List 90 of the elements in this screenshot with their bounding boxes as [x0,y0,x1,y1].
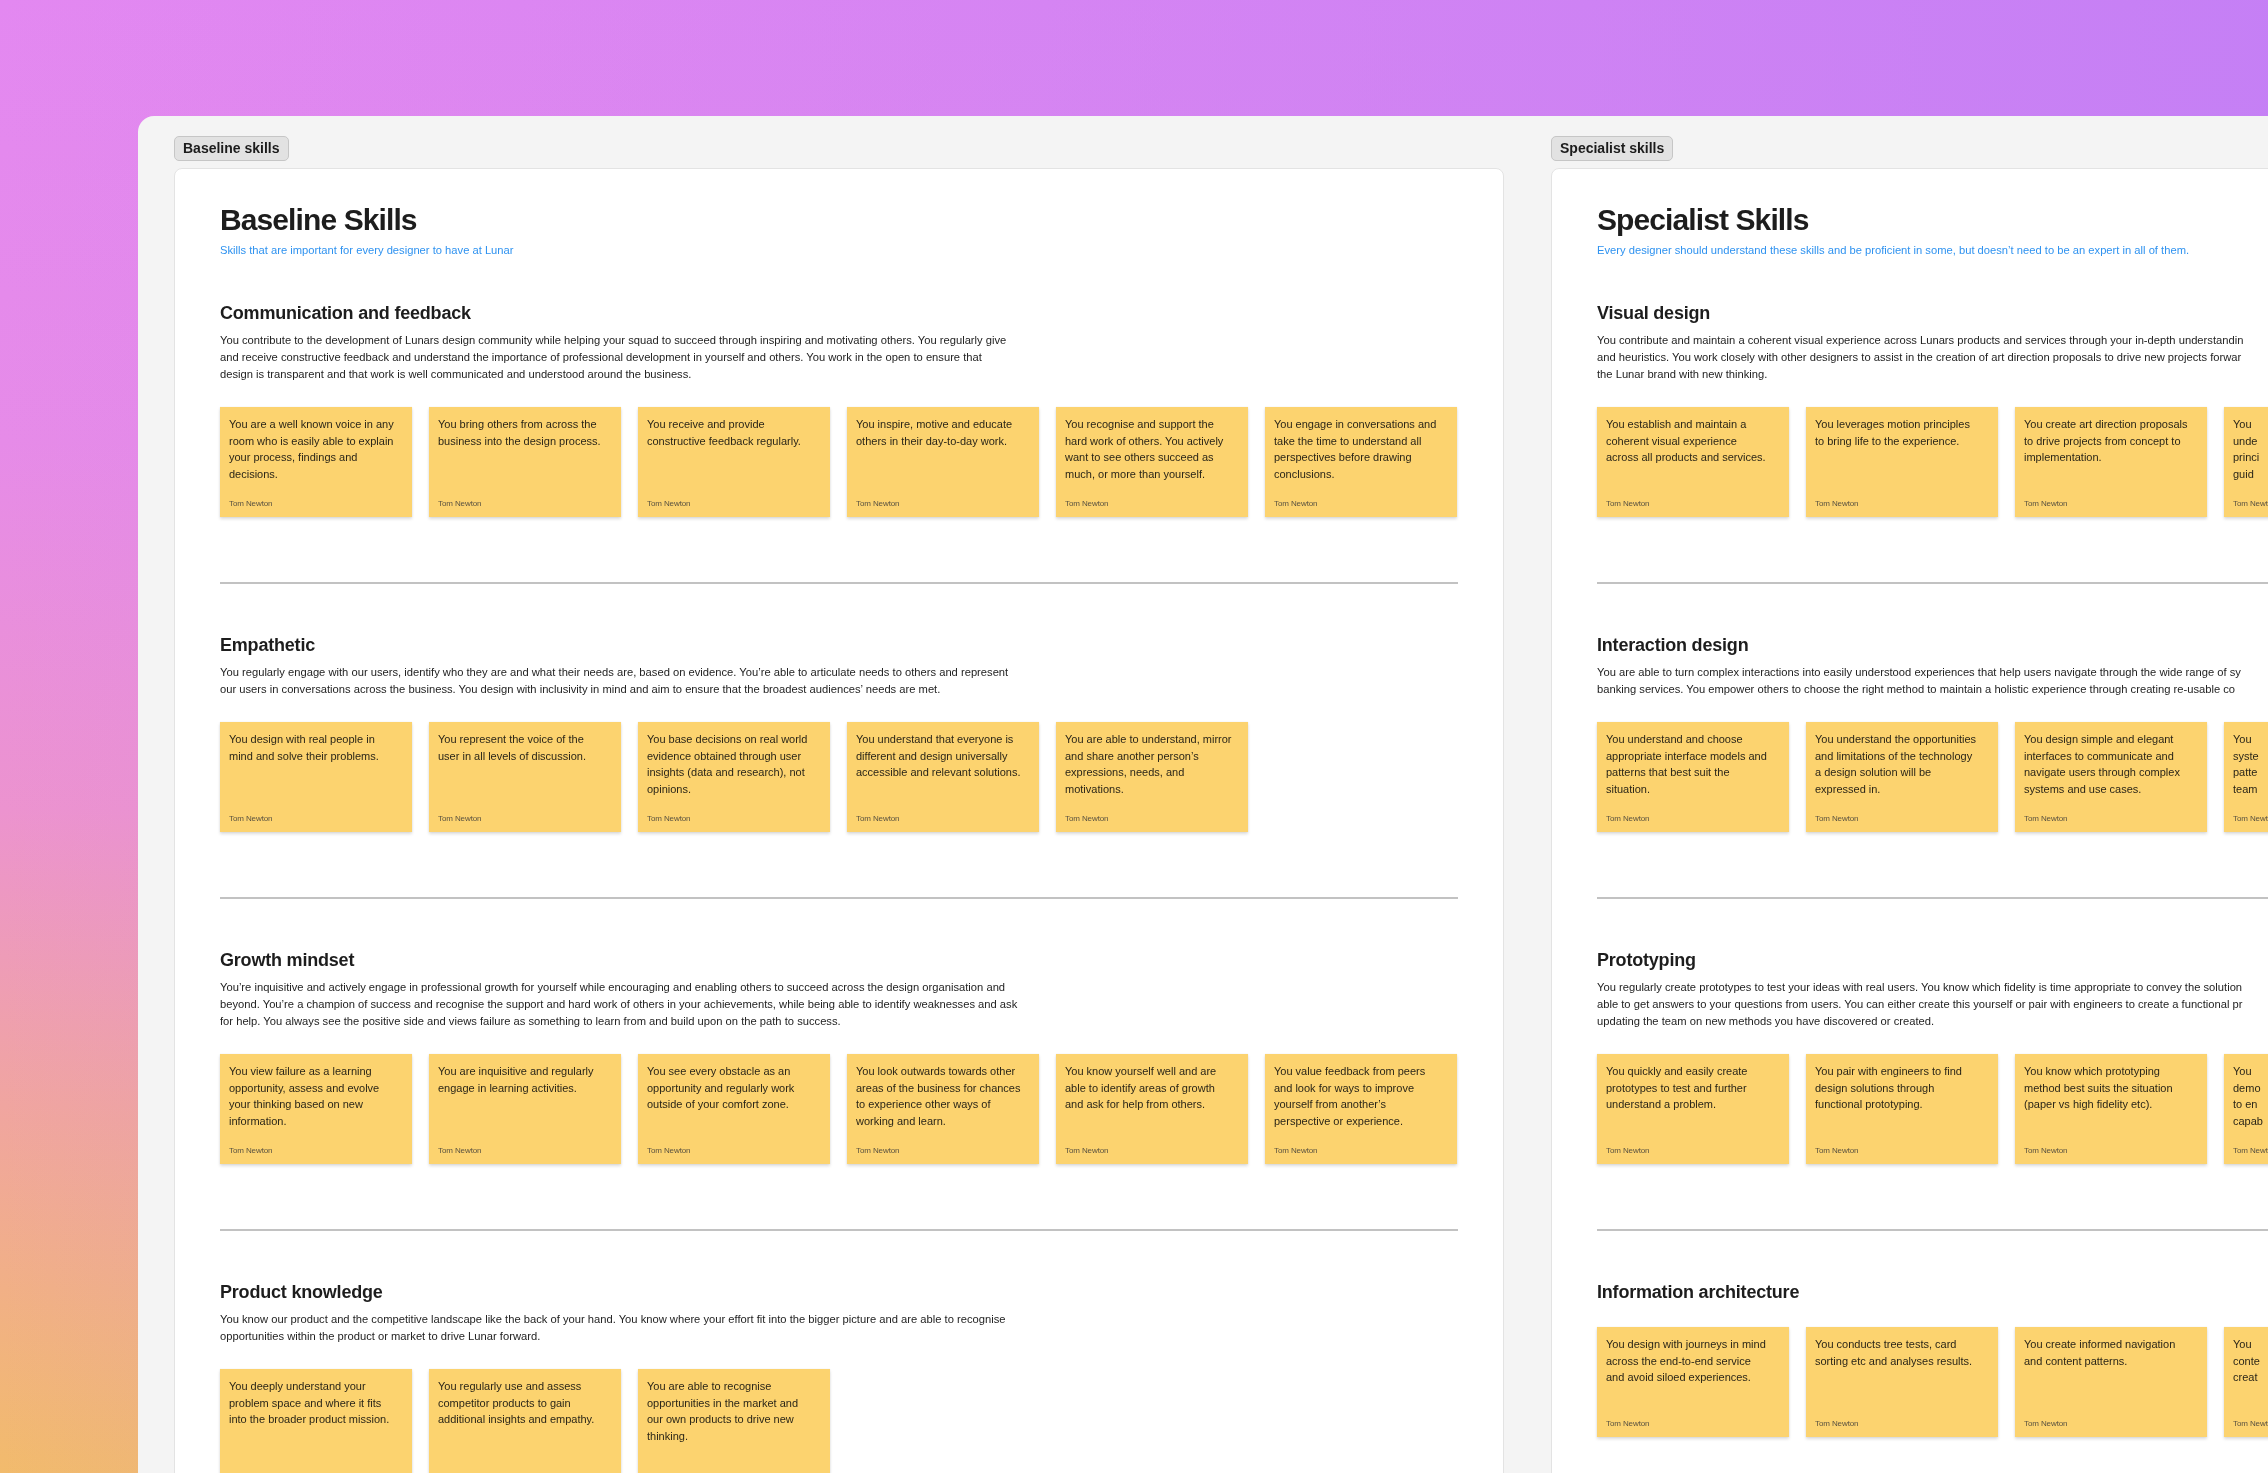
note-text: You understand that everyone is different and design universally accessible and relevant solutions. [856,732,1021,780]
note-text: You bring others from across the business into the design process. [438,417,601,449]
note-author: Tom Newt [2233,814,2268,823]
note-author: Tom Newton [1606,1146,1650,1155]
note-author: Tom Newton [2024,1146,2068,1155]
board-title: Baseline Skills [220,202,417,238]
note-text: You are a well known voice in any room who is easily able to explain your process, findings and decisions. [229,417,394,482]
note-text: You know which prototyping method best suits the situation (paper vs high fidelity etc). [2024,1064,2173,1112]
note-text: You know yourself well and are able to identify areas of growth and ask for help from others. [1065,1064,1217,1112]
note-author: Tom Newton [1606,814,1650,823]
note-author: Tom Newton [1815,814,1859,823]
section-description: You regularly create prototypes to test your ideas with real users. You know which fidelity is time appropriate to convey the solution able to get answers to your questions from users. You can either create this yourself or pair with engineers to create a functional pr updating the team on new methods you have discovered or created. [1597,980,2243,1029]
note-author: Tom Newton [1815,1146,1859,1155]
note-text: You base decisions on real world evidence obtained through user insights (data and research), not opinions. [647,732,808,797]
board-subtitle: Every designer should understand these skills and be proficient in some, but doesn’t need to be an expert in all of them. [1597,243,2190,258]
note-text: You look outwards towards other areas of the business for chances to experience other ways of working and learn. [856,1064,1021,1129]
note-author: Tom Newton [647,814,691,823]
note-text: You design with journeys in mind across the end-to-end service and avoid siloed experiences. [1606,1337,1766,1385]
note-text: You establish and maintain a coherent visual experience across all products and services. [1606,417,1766,465]
note-text: You pair with engineers to find design solutions through functional prototyping. [1815,1064,1962,1112]
board-title: Specialist Skills [1597,202,1809,238]
note-text: You design simple and elegant interfaces to communicate and navigate users through complex systems and use cases. [2024,732,2180,797]
note-author: Tom Newton [229,499,273,508]
board-subtitle: Skills that are important for every designer to have at Lunar [220,243,514,258]
section-heading: Interaction design [1597,634,1749,656]
note-author: Tom Newt [2233,499,2268,508]
note-author: Tom Newton [1065,814,1109,823]
section-description: You contribute and maintain a coherent visual experience across Lunars products and services through your in-depth understandin and heuristics. You work closely with other designers to assist in the creation of art direction proposals to drive new projects forwar the Lunar brand with new thinking. [1597,333,2244,382]
note-text: You view failure as a learning opportunity, assess and evolve your thinking based on new information. [229,1064,380,1129]
frame-label: Specialist skills [1551,136,1674,161]
note-author: Tom Newton [229,814,273,823]
note-text: You conte creat [2233,1337,2260,1385]
note-author: Tom Newton [1815,499,1859,508]
note-text: You leverages motion principles to bring life to the experience. [1815,417,1970,449]
section-heading: Product knowledge [220,1281,383,1303]
note-author: Tom Newton [1274,1146,1318,1155]
note-text: You create informed navigation and content patterns. [2024,1337,2176,1369]
section-heading: Empathetic [220,634,316,656]
note-author: Tom Newton [1606,1419,1650,1428]
section-heading: Prototyping [1597,949,1696,971]
note-author: Tom Newton [856,1146,900,1155]
note-text: You engage in conversations and take the time to understand all perspectives before drawing conclusions. [1274,417,1437,482]
note-text: You receive and provide constructive feedback regularly. [647,417,801,449]
note-author: Tom Newton [1065,1146,1109,1155]
note-text: You regularly use and assess competitor products to gain additional insights and empathy. [438,1379,595,1427]
note-text: You deeply understand your problem space and where it fits into the broader product mission. [229,1379,390,1427]
section-description: You contribute to the development of Lunars design community while helping your squad to succeed through inspiring and motivating others. You regularly give and receive constructive feedback and understand the importance of professional development in yourself and others. You work in the open to ensure that design is transparent and that work is well communicated and understood around the business. [220,333,1007,382]
note-author: Tom Newton [1606,499,1650,508]
section-heading: Information architecture [1597,1281,1800,1303]
note-author: Tom Newton [856,814,900,823]
note-author: Tom Newton [647,1146,691,1155]
note-text: You see every obstacle as an opportunity and regularly work outside of your comfort zone. [647,1064,795,1112]
note-text: You recognise and support the hard work of others. You actively want to see others succeed as much, or more than yourself. [1065,417,1224,482]
note-text: You understand and choose appropriate interface models and patterns that best suit the situation. [1606,732,1767,797]
note-text: You conducts tree tests, card sorting etc and analyses results. [1815,1337,1973,1369]
section-description: You know our product and the competitive landscape like the back of your hand. You know where your effort fit into the bigger picture and are able to recognise opportunities within the product or market to drive Lunar forward. [220,1312,1006,1344]
note-author: Tom Newton [438,1146,482,1155]
note-text: You understand the opportunities and limitations of the technology a design solution will be expressed in. [1815,732,1977,797]
section-description: You are able to turn complex interactions into easily understood experiences that help users navigate through the wide range of sy banking services. You empower others to choose the right method to maintain a holistic experience through creating re-usable co [1597,665,2241,697]
note-author: Tom Newt [2233,1419,2268,1428]
note-author: Tom Newt [2233,1146,2268,1155]
note-author: Tom Newton [2024,499,2068,508]
note-text: You create art direction proposals to drive projects from concept to implementation. [2024,417,2188,465]
note-text: You design with real people in mind and solve their problems. [229,732,379,764]
note-author: Tom Newton [438,814,482,823]
note-author: Tom Newton [647,499,691,508]
note-author: Tom Newton [1815,1419,1859,1428]
note-author: Tom Newton [856,499,900,508]
note-text: You value feedback from peers and look for ways to improve yourself from another’s perspective or experience. [1274,1064,1426,1129]
section-description: You’re inquisitive and actively engage in professional growth for yourself while encouraging and enabling others to succeed across the design organisation and beyond. You’re a champion of success and recognise the support and hard work of others in your achievements, while being able to identify weaknesses and ask for help. You always see the positive side and views failure as something to learn from and build upon on the path to success. [220,980,1018,1029]
note-author: Tom Newton [2024,1419,2068,1428]
note-text: You are inquisitive and regularly engage in learning activities. [438,1064,594,1096]
section-heading: Visual design [1597,302,1711,324]
section-heading: Communication and feedback [220,302,471,324]
note-text: You unde princi guid [2233,417,2260,482]
note-text: You syste patte team [2233,732,2259,797]
note-author: Tom Newton [229,1146,273,1155]
note-author: Tom Newton [1274,499,1318,508]
section-description: You regularly engage with our users, identify who they are and what their needs are, based on evidence. You’re able to articulate needs to others and represent our users in conversations across the business. You design with inclusivity in mind and aim to ensure that the broadest audiences’ needs are met. [220,665,1009,697]
note-text: You demo to en capab [2233,1064,2263,1129]
note-text: You are able to understand, mirror and share another person’s expressions, needs, and motivations. [1065,732,1232,797]
note-text: You inspire, motive and educate others in their day-to-day work. [856,417,1013,449]
note-text: You quickly and easily create prototypes to test and further understand a problem. [1606,1064,1748,1112]
note-author: Tom Newton [1065,499,1109,508]
note-author: Tom Newton [2024,814,2068,823]
note-text: You are able to recognise opportunities in the market and our own products to drive new thinking. [647,1379,799,1444]
note-author: Tom Newton [438,499,482,508]
section-heading: Growth mindset [220,949,355,971]
note-text: You represent the voice of the user in all levels of discussion. [438,732,586,764]
frame-label: Baseline skills [174,136,289,161]
